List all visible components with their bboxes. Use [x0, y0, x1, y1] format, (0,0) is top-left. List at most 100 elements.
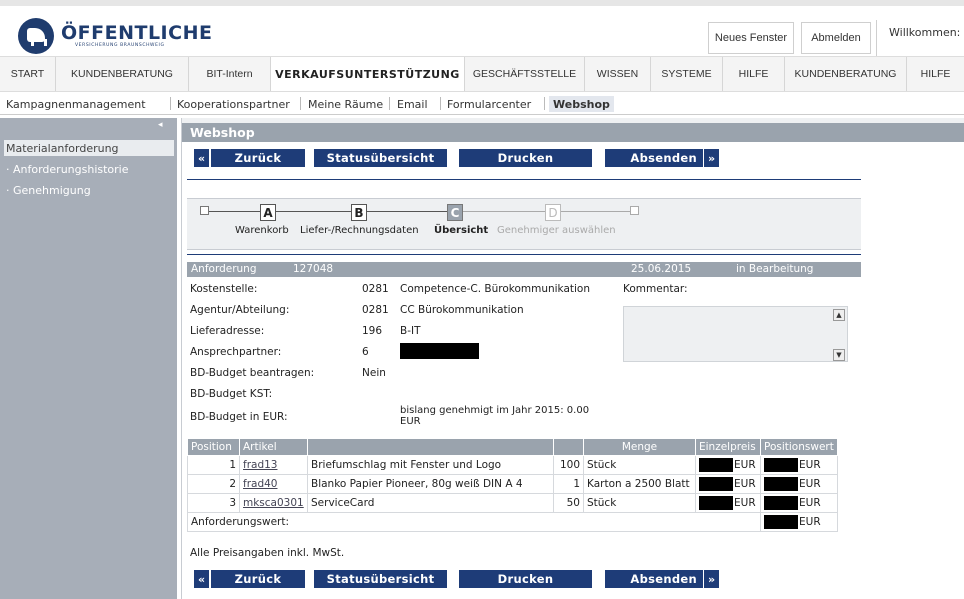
subnav-kooperationspartner[interactable]: Kooperationspartner	[177, 96, 290, 112]
redacted-unit-price	[699, 477, 733, 491]
row-quantity: 50	[553, 493, 584, 513]
nav-systeme[interactable]: SYSTEME	[651, 57, 723, 91]
col-positionswert: Positionswert	[760, 438, 838, 456]
comment-scrollbar[interactable]: ▲ ▼	[833, 309, 845, 361]
field-code-agentur: 0281	[362, 304, 389, 316]
print-button-bottom[interactable]: Drucken	[459, 570, 592, 588]
request-header-bar: Anforderung 127048 25.06.2015 in Bearbei…	[187, 262, 861, 277]
nav-verkaufsunterstuetzung[interactable]: VERKAUFSUNTERSTÜTZUNG	[271, 57, 465, 91]
row-description: ServiceCard	[307, 493, 554, 513]
table-header-row: Position Artikel Menge Einzelpreis Posit…	[187, 438, 838, 456]
field-label-lieferadresse: Lieferadresse:	[190, 325, 265, 337]
field-value-agentur: CC Bürokommunikation	[400, 304, 524, 316]
send-button-bottom[interactable]: Absenden	[605, 570, 703, 588]
col-menge: Menge	[583, 438, 696, 456]
field-value-lieferadresse: B-IT	[400, 325, 421, 337]
price-note: Alle Preisangaben inkl. MwSt.	[190, 547, 345, 559]
lion-logo-icon	[18, 18, 54, 54]
col-qty	[553, 438, 584, 456]
request-label: Anforderung	[191, 263, 257, 275]
nav-hilfe-2[interactable]: HILFE	[907, 57, 964, 91]
row-unit: Karton a 2500 Blatt	[583, 474, 696, 494]
field-label-bd-budget-beantragen: BD-Budget beantragen:	[190, 367, 315, 379]
subnav-divider	[440, 97, 441, 110]
redacted-position-value	[764, 496, 798, 510]
comment-textarea[interactable]: ▲ ▼	[623, 306, 848, 362]
redacted-unit-price	[699, 496, 733, 510]
field-value-kostenstelle: Competence-C. Bürokommunikation	[400, 283, 590, 295]
scroll-down-icon[interactable]: ▼	[833, 349, 845, 361]
article-link[interactable]: frad40	[243, 478, 277, 490]
back-button[interactable]: Zurück	[211, 149, 305, 167]
back-button-bottom[interactable]: Zurück	[211, 570, 305, 588]
nav-geschaeftsstelle[interactable]: GESCHÄFTSSTELLE	[465, 57, 585, 91]
prev-arrow-icon[interactable]: «	[194, 570, 210, 588]
nav-start[interactable]: START	[0, 57, 56, 91]
row-quantity: 1	[553, 474, 584, 494]
subnav-meine-raeume[interactable]: Meine Räume	[308, 96, 383, 112]
redacted-contact-name	[400, 343, 479, 359]
status-overview-button-bottom[interactable]: Statusübersicht	[314, 570, 447, 588]
col-einzelpreis: Einzelpreis	[695, 438, 761, 456]
sidebar-collapse-icon[interactable]: ◂	[158, 120, 163, 130]
step-c-box: C	[447, 204, 463, 221]
subnav-webshop[interactable]: Webshop	[549, 96, 614, 112]
status-overview-button[interactable]: Statusübersicht	[314, 149, 447, 167]
logout-button[interactable]: Abmelden	[801, 22, 871, 54]
nav-wissen[interactable]: WISSEN	[585, 57, 651, 91]
field-code-ansprechpartner: 6	[362, 346, 369, 358]
request-number: 127048	[293, 263, 334, 275]
prev-arrow-icon[interactable]: «	[194, 149, 210, 167]
sidebar-item-materialanforderung[interactable]: Materialanforderung	[4, 140, 174, 156]
step-d-label: Genehmiger auswählen	[497, 225, 616, 236]
currency-label: EUR	[734, 497, 756, 509]
article-link[interactable]: frad13	[243, 459, 277, 471]
step-b-box: B	[351, 204, 367, 221]
step-d-box: D	[545, 204, 561, 221]
comment-label: Kommentar:	[623, 283, 688, 295]
nav-kundenberatung[interactable]: KUNDENBERATUNG	[56, 57, 189, 91]
total-row: Anforderungswert: EUR	[187, 512, 838, 532]
nav-kundenberatung-2[interactable]: KUNDENBERATUNG	[785, 57, 907, 91]
print-button[interactable]: Drucken	[459, 149, 592, 167]
frame-titlebar: Webshop	[182, 123, 964, 142]
article-link[interactable]: mksca0301	[243, 497, 304, 509]
sidebar: ◂ Materialanforderung · Anforderungshist…	[0, 118, 177, 599]
main-nav: START KUNDENBERATUNG BIT-Intern VERKAUFS…	[0, 56, 964, 92]
company-logo[interactable]: ÖFFENTLICHE VERSICHERUNG BRAUNSCHWEIG	[18, 18, 212, 54]
subnav-formularcenter[interactable]: Formularcenter	[447, 96, 531, 112]
field-code-kostenstelle: 0281	[362, 283, 389, 295]
subnav-email[interactable]: Email	[397, 96, 428, 112]
new-window-button[interactable]: Neues Fenster	[708, 22, 794, 54]
row-description: Blanko Papier Pioneer, 80g weiß DIN A 4	[307, 474, 554, 494]
step-start-marker	[200, 206, 209, 215]
currency-label: EUR	[799, 478, 821, 490]
step-c-label: Übersicht	[434, 225, 489, 236]
step-a-box: A	[260, 204, 276, 221]
field-label-agentur: Agentur/Abteilung:	[190, 304, 290, 316]
subnav-kampagnenmanagement[interactable]: Kampagnenmanagement	[6, 96, 146, 112]
scroll-up-icon[interactable]: ▲	[833, 309, 845, 321]
currency-label: EUR	[799, 497, 821, 509]
logo-title: ÖFFENTLICHE	[61, 21, 213, 44]
request-status: in Bearbeitung	[736, 263, 814, 275]
field-value-bd-budget-eur-unit: EUR	[400, 416, 421, 427]
row-position: 3	[187, 493, 240, 513]
nav-bit-intern[interactable]: BIT-Intern	[189, 57, 271, 91]
nav-hilfe[interactable]: HILFE	[723, 57, 785, 91]
row-position: 1	[187, 455, 240, 475]
next-arrow-icon[interactable]: »	[703, 149, 719, 167]
table-row: 2 frad40 Blanko Papier Pioneer, 80g weiß…	[187, 474, 838, 494]
send-button[interactable]: Absenden	[605, 149, 703, 167]
sidebar-item-anforderungshistorie[interactable]: · Anforderungshistorie	[4, 161, 174, 177]
progress-stepper: A B C D Warenkorb Liefer-/Rechnungsdaten…	[187, 198, 861, 250]
frame-title: Webshop	[190, 125, 255, 140]
next-arrow-icon[interactable]: »	[703, 570, 719, 588]
currency-label: EUR	[799, 459, 821, 471]
frame-body: « Zurück Statusübersicht Drucken Absende…	[182, 142, 964, 599]
sidebar-item-genehmigung[interactable]: · Genehmigung	[4, 182, 174, 198]
field-code-lieferadresse: 196	[362, 325, 383, 337]
subnav-divider	[544, 97, 545, 110]
step-end-marker	[630, 206, 639, 215]
order-items-table: Position Artikel Menge Einzelpreis Posit…	[187, 438, 838, 532]
